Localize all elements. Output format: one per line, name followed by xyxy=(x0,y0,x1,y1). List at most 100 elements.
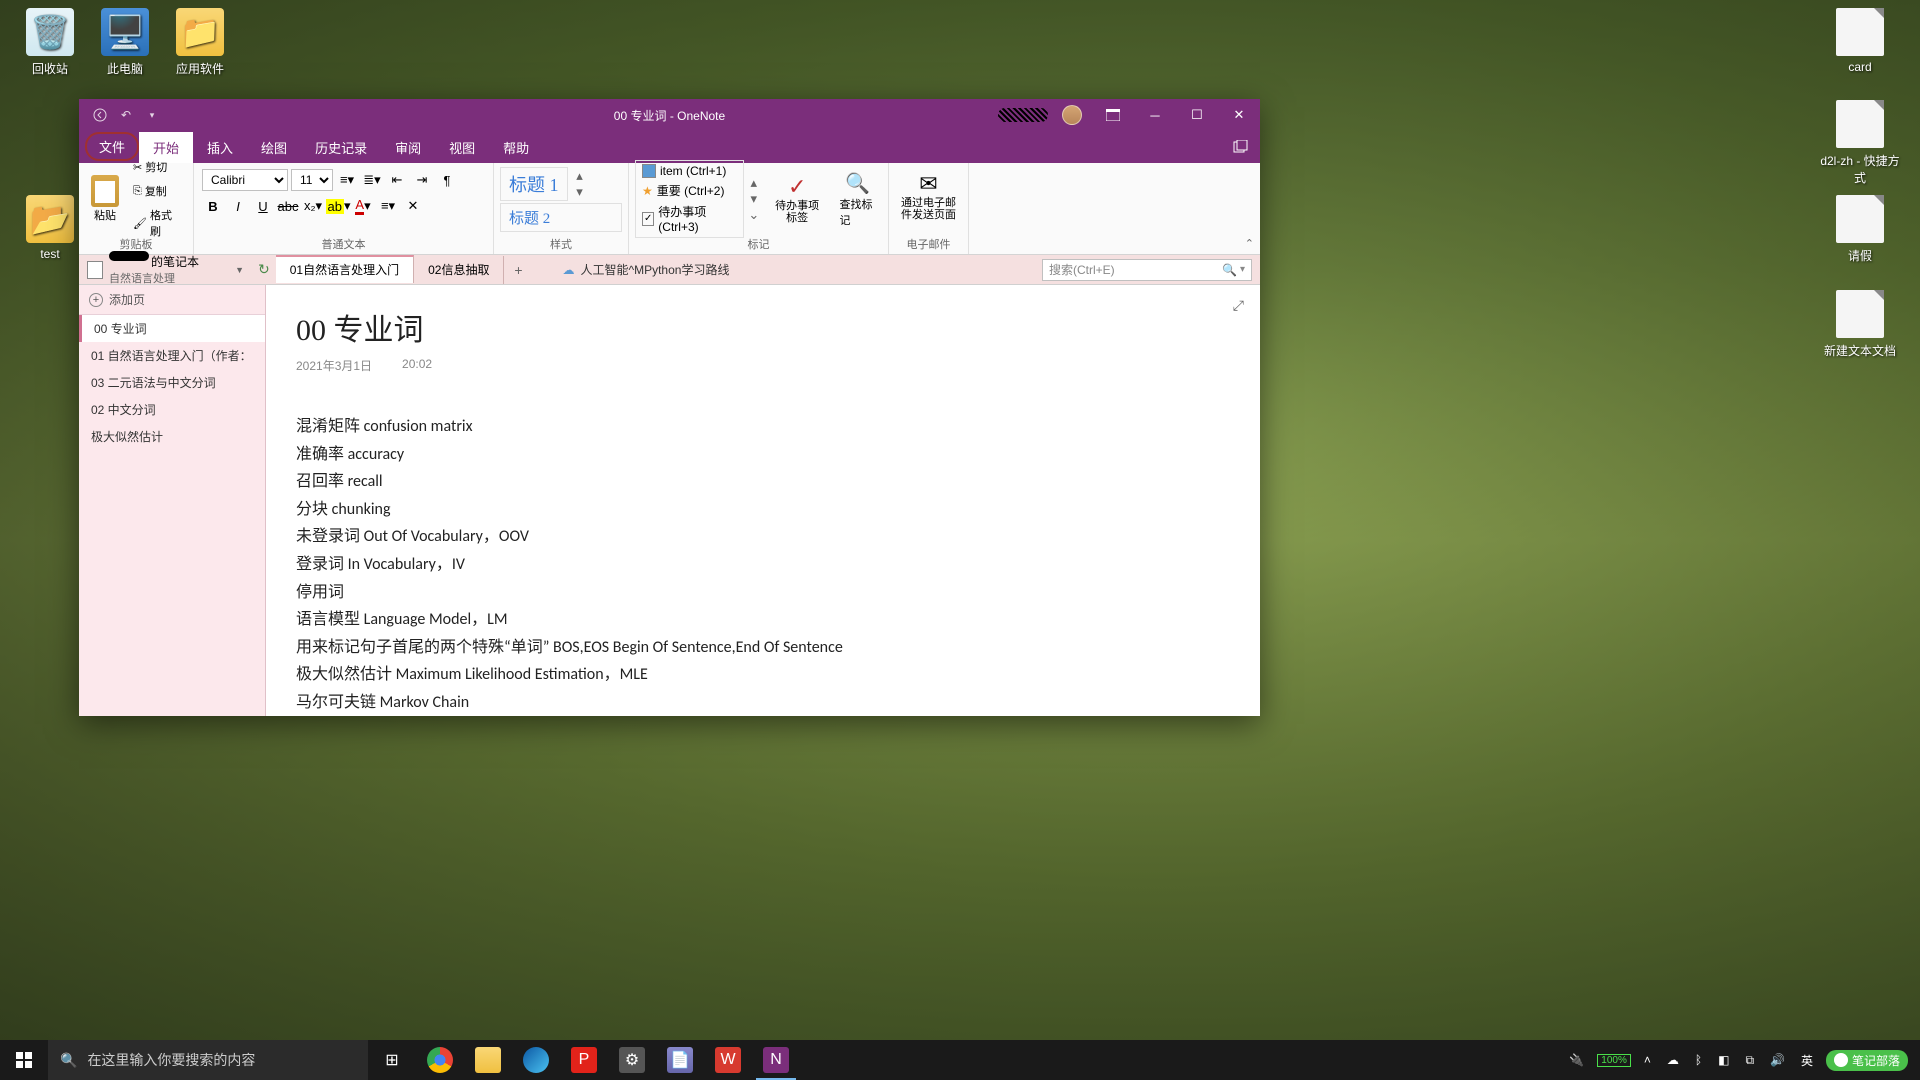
power-icon[interactable]: 🔌 xyxy=(1566,1053,1587,1067)
outdent-button[interactable]: ⇤ xyxy=(386,169,408,191)
page-item-1[interactable]: 01 自然语言处理入门（作者： xyxy=(79,342,265,369)
page-time[interactable]: 20:02 xyxy=(402,357,432,374)
page-item-2[interactable]: 03 二元语法与中文分词 xyxy=(79,369,265,396)
desktop-recycle-bin[interactable]: 🗑️ 回收站 xyxy=(10,8,90,77)
notebook-selector[interactable]: 的笔记本 自然语言处理 ▼ xyxy=(79,253,252,286)
email-page-button[interactable]: ✉ 通过电子邮件发送页面 xyxy=(895,167,962,225)
back-button[interactable] xyxy=(91,106,109,124)
underline-button[interactable]: U xyxy=(252,195,274,217)
page-title[interactable]: 00 专业词 xyxy=(296,305,1230,349)
desktop-test-folder[interactable]: 📂 test xyxy=(10,195,90,261)
fullscreen-button[interactable]: ⤢ xyxy=(1233,297,1244,314)
desktop-newtxt-file[interactable]: 新建文本文档 xyxy=(1820,290,1900,359)
explorer-button[interactable] xyxy=(464,1040,512,1080)
app2-button[interactable]: 📄 xyxy=(656,1040,704,1080)
style-up[interactable]: ▴ xyxy=(573,169,587,183)
chevron-down-icon[interactable]: ▾ xyxy=(1240,264,1245,275)
note-line[interactable]: 极大似然估计 Maximum Likelihood Estimation，MLE xyxy=(296,662,1230,688)
subscript-button[interactable]: x₂▾ xyxy=(302,195,324,217)
desktop-d2l-shortcut[interactable]: d2l-zh - 快捷方式 xyxy=(1820,100,1900,186)
note-line[interactable]: 停用词 xyxy=(296,580,1230,606)
note-line[interactable]: 语言模型 Language Model，LM xyxy=(296,607,1230,633)
app1-button[interactable]: ⚙ xyxy=(608,1040,656,1080)
paste-button[interactable]: 粘贴 xyxy=(85,171,125,227)
volume-icon[interactable]: 🔊 xyxy=(1767,1053,1788,1067)
user-avatar[interactable] xyxy=(1062,105,1082,125)
task-view-button[interactable]: ⊞ xyxy=(368,1040,416,1080)
desktop-this-pc[interactable]: 🖥️ 此电脑 xyxy=(85,8,165,77)
italic-button[interactable]: I xyxy=(227,195,249,217)
desktop-card-file[interactable]: card xyxy=(1820,8,1900,74)
titlebar[interactable]: ↶ ▾ 00 专业词 - OneNote ─ ☐ ✕ xyxy=(79,99,1260,131)
paragraph-button[interactable]: ¶ xyxy=(436,169,458,191)
font-name-select[interactable]: Calibri xyxy=(202,169,288,191)
tag-todo[interactable]: ✓待办事项 (Ctrl+3) xyxy=(638,202,741,235)
tab-insert[interactable]: 插入 xyxy=(193,132,247,163)
tags-down[interactable]: ▾ xyxy=(747,192,761,206)
find-tags-button[interactable]: 🔍 查找标记 xyxy=(834,167,882,232)
highlight-button[interactable]: ab▾ xyxy=(327,195,349,217)
pdf-button[interactable]: P xyxy=(560,1040,608,1080)
tag-item[interactable]: item (Ctrl+1) xyxy=(638,163,741,179)
note-line[interactable]: 用来标记句子首尾的两个特殊“单词” BOS,EOS Begin Of Sente… xyxy=(296,635,1230,661)
page-item-4[interactable]: 极大似然估计 xyxy=(79,423,265,450)
tags-more[interactable]: ⌄ xyxy=(747,208,761,222)
add-section-button[interactable]: + xyxy=(504,262,532,278)
tags-up[interactable]: ▴ xyxy=(747,176,761,190)
note-line[interactable]: 马尔可夫链 Markov Chain xyxy=(296,690,1230,716)
tab-view[interactable]: 视图 xyxy=(435,132,489,163)
sync-button[interactable]: ↻ xyxy=(252,261,276,278)
tab-draw[interactable]: 绘图 xyxy=(247,132,301,163)
add-page-button[interactable]: + 添加页 xyxy=(79,285,265,315)
share-button[interactable] xyxy=(1230,137,1250,157)
clear-format-button[interactable]: ✕ xyxy=(402,195,424,217)
page-item-3[interactable]: 02 中文分词 xyxy=(79,396,265,423)
undo-button[interactable]: ↶ xyxy=(117,106,135,124)
copy-button[interactable]: ⎘复制 xyxy=(128,180,187,202)
strikethrough-button[interactable]: abc xyxy=(277,195,299,217)
section-tab-1[interactable]: 01自然语言处理入门 xyxy=(276,255,414,283)
tab-help[interactable]: 帮助 xyxy=(489,132,543,163)
close-button[interactable]: ✕ xyxy=(1218,99,1260,131)
cut-button[interactable]: ✂剪切 xyxy=(128,156,187,178)
onenote-taskbar-button[interactable]: N xyxy=(752,1040,800,1080)
font-size-select[interactable]: 11 xyxy=(291,169,333,191)
bold-button[interactable]: B xyxy=(202,195,224,217)
search-input[interactable]: 搜索(Ctrl+E) 🔍 ▾ xyxy=(1042,259,1252,281)
note-app-badge[interactable]: 笔记部落 xyxy=(1826,1050,1908,1071)
tray-chevron[interactable]: ˄ xyxy=(1641,1053,1654,1067)
desktop-apps-folder[interactable]: 📁 应用软件 xyxy=(160,8,240,77)
minimize-button[interactable]: ─ xyxy=(1134,99,1176,131)
style-down[interactable]: ▾ xyxy=(573,185,587,199)
tab-review[interactable]: 审阅 xyxy=(381,132,435,163)
indent-button[interactable]: ⇥ xyxy=(411,169,433,191)
bullets-button[interactable]: ≡▾ xyxy=(336,169,358,191)
tab-history[interactable]: 历史记录 xyxy=(301,132,381,163)
taskbar-search[interactable]: 🔍 在这里输入你要搜索的内容 xyxy=(48,1040,368,1080)
note-line[interactable]: 准确率 accuracy xyxy=(296,442,1230,468)
ime-indicator[interactable]: 英 xyxy=(1798,1052,1816,1069)
font-color-button[interactable]: A▾ xyxy=(352,195,374,217)
todo-tag-button[interactable]: ✓ 待办事项标签 xyxy=(764,170,831,228)
style-heading1[interactable]: 标题 1 xyxy=(500,167,568,201)
note-line[interactable]: 登录词 In Vocabulary，IV xyxy=(296,552,1230,578)
qat-dropdown[interactable]: ▾ xyxy=(143,106,161,124)
tag-important[interactable]: ★重要 (Ctrl+2) xyxy=(638,181,741,200)
align-button[interactable]: ≡▾ xyxy=(377,195,399,217)
style-heading2[interactable]: 标题 2 xyxy=(500,203,622,232)
page-date[interactable]: 2021年3月1日 xyxy=(296,357,372,374)
wps-button[interactable]: W xyxy=(704,1040,752,1080)
numbering-button[interactable]: ≣▾ xyxy=(361,169,383,191)
battery-indicator[interactable]: 100% xyxy=(1597,1054,1631,1067)
ribbon-mode-button[interactable] xyxy=(1092,99,1134,131)
note-line[interactable]: 召回率 recall xyxy=(296,469,1230,495)
chrome-button[interactable] xyxy=(416,1040,464,1080)
section-tab-2[interactable]: 02信息抽取 xyxy=(414,256,504,284)
note-line[interactable]: 混淆矩阵 confusion matrix xyxy=(296,414,1230,440)
desktop-leave-file[interactable]: 请假 xyxy=(1820,195,1900,264)
start-button[interactable] xyxy=(0,1040,48,1080)
page-canvas[interactable]: ⤢ 00 专业词 2021年3月1日 20:02 混淆矩阵 confusion … xyxy=(266,285,1260,716)
maximize-button[interactable]: ☐ xyxy=(1176,99,1218,131)
note-line[interactable]: 分块 chunking xyxy=(296,497,1230,523)
network-icon[interactable]: ⧉ xyxy=(1742,1053,1757,1068)
